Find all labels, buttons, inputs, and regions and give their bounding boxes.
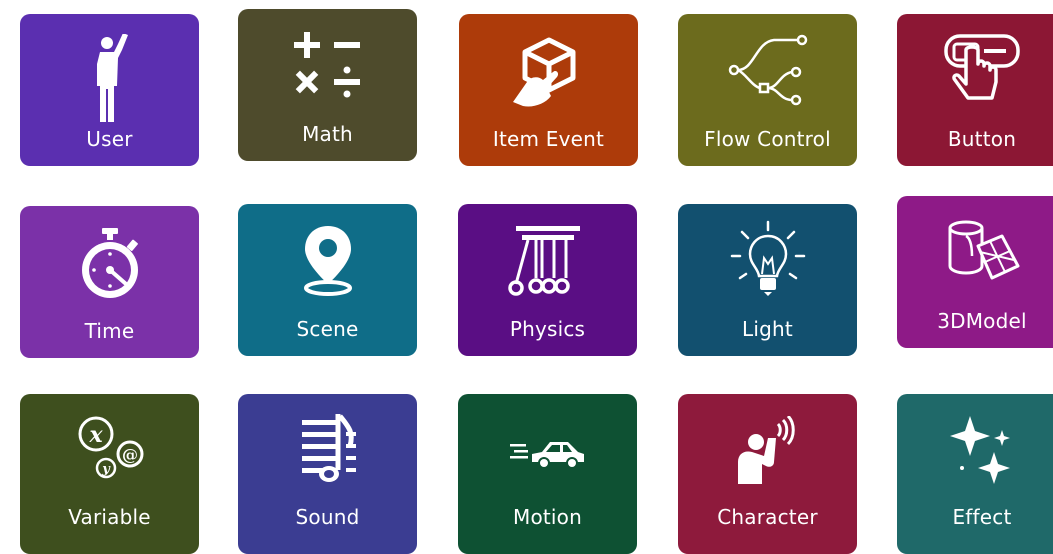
tile-scene[interactable]: Scene (238, 204, 417, 356)
user-waving-icon (80, 34, 140, 124)
tile-light[interactable]: Light (678, 204, 857, 356)
tile-3dmodel[interactable]: 3DModel (897, 196, 1053, 348)
character-speaking-icon (728, 416, 808, 486)
tile-motion[interactable]: Motion (458, 394, 637, 554)
moving-car-icon (508, 432, 588, 472)
math-operators-icon (290, 27, 366, 103)
tile-effect[interactable]: Effect (897, 394, 1053, 554)
button-press-icon (942, 30, 1022, 110)
tile-time[interactable]: Time (20, 206, 199, 358)
tile-flow-control[interactable]: Flow Control (678, 14, 857, 166)
tile-label: Light (742, 317, 793, 341)
tile-item-event[interactable]: Item Event (459, 14, 638, 166)
tile-label: 3DModel (937, 309, 1027, 333)
tile-label: Math (302, 122, 353, 146)
svg-text:@: @ (122, 445, 138, 464)
tile-label: Flow Control (704, 127, 831, 151)
stopwatch-icon (75, 226, 145, 302)
tile-sound[interactable]: Sound (238, 394, 417, 554)
cube-tap-icon (509, 32, 589, 112)
tile-label: Button (947, 127, 1017, 151)
flow-branch-icon (726, 30, 810, 110)
sparkles-icon (942, 410, 1022, 490)
tile-character[interactable]: Character (678, 394, 857, 554)
svg-text:y: y (101, 462, 111, 477)
tile-label: Character (717, 505, 818, 529)
tile-label: Variable (68, 505, 151, 529)
tile-label: Sound (295, 505, 360, 529)
tile-label: User (86, 127, 133, 151)
variable-symbols-icon: x @ y (70, 414, 150, 484)
tile-user[interactable]: User (20, 14, 199, 166)
tile-label: Time (84, 319, 135, 343)
tile-physics[interactable]: Physics (458, 204, 637, 356)
svg-text:x: x (88, 422, 103, 448)
tile-label: Item Event (492, 127, 605, 151)
tile-button[interactable]: Button (897, 14, 1053, 166)
music-note-icon (288, 412, 368, 488)
newtons-cradle-icon (507, 220, 588, 300)
3d-shapes-icon (942, 216, 1022, 286)
tile-label: Effect (952, 505, 1012, 529)
tile-label: Physics (509, 317, 586, 341)
location-pin-icon (293, 222, 363, 298)
tile-math[interactable]: Math (238, 9, 417, 161)
lightbulb-icon (728, 220, 808, 300)
tile-label: Motion (512, 505, 582, 529)
tile-variable[interactable]: x @ y Variable (20, 394, 199, 554)
tile-label: Scene (296, 317, 359, 341)
